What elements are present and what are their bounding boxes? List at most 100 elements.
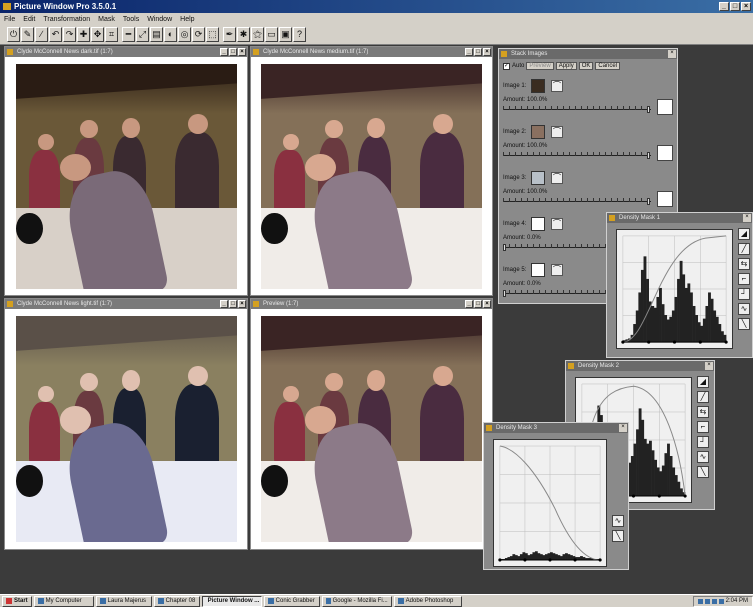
- pencil-icon[interactable]: ∕: [35, 27, 48, 42]
- ok-button[interactable]: OK: [578, 62, 594, 70]
- step-icon[interactable]: ⌐: [697, 421, 709, 433]
- taskbar-item[interactable]: Adobe Photoshop: [393, 595, 462, 607]
- density-curve-graph[interactable]: [616, 229, 733, 349]
- close-button[interactable]: ×: [483, 300, 491, 308]
- slider-thumb[interactable]: [647, 106, 650, 113]
- menu-transformation[interactable]: Transformation: [43, 16, 90, 23]
- cancel-button[interactable]: Cancel: [595, 62, 621, 70]
- view-icon[interactable]: ◎: [178, 27, 191, 42]
- minus-icon[interactable]: ━: [122, 27, 135, 42]
- help-icon[interactable]: ?: [293, 27, 306, 42]
- minimize-button[interactable]: _: [465, 300, 473, 308]
- crop-icon[interactable]: ⌗: [105, 27, 118, 42]
- preview-button[interactable]: Preview: [526, 62, 554, 70]
- curve-handle[interactable]: [672, 340, 677, 344]
- amount-slider[interactable]: [503, 152, 651, 159]
- diagonal-icon[interactable]: ╲: [697, 466, 709, 478]
- curve-preset-icon[interactable]: ◢: [697, 376, 709, 388]
- taskbar-item[interactable]: My Computer: [33, 595, 94, 607]
- minimize-button[interactable]: _: [719, 2, 729, 11]
- density-curve-graph[interactable]: [493, 439, 607, 567]
- linear-icon[interactable]: ╱: [697, 391, 709, 403]
- undo-icon[interactable]: ↶: [49, 27, 62, 42]
- slider-thumb[interactable]: [503, 244, 506, 251]
- image-window-dark[interactable]: Clyde McConnell News dark.tif (1:7) _ □ ×: [4, 46, 248, 296]
- density-mask-1-dialog[interactable]: Density Mask 1 × ◢ ╱ ⇆ ⌐ ┘ ∿ ╲: [606, 212, 753, 358]
- image-window-preview[interactable]: Preview (1:7) _ □ ×: [250, 298, 493, 550]
- close-button[interactable]: ×: [668, 50, 676, 58]
- curve-handle[interactable]: [621, 340, 625, 344]
- curve-icon[interactable]: ⌒: [551, 126, 563, 138]
- slider-thumb[interactable]: [647, 198, 650, 205]
- taskbar-item[interactable]: Chapter 08: [153, 595, 200, 607]
- curve-handle[interactable]: [523, 558, 527, 562]
- maximize-button[interactable]: □: [474, 300, 482, 308]
- menu-file[interactable]: File: [4, 16, 15, 23]
- move-icon[interactable]: ✥: [91, 27, 104, 42]
- maximize-button[interactable]: □: [474, 48, 482, 56]
- smooth-icon[interactable]: ∿: [612, 515, 624, 527]
- clock[interactable]: 2:04 PM: [726, 598, 748, 604]
- image-thumbnail[interactable]: [531, 79, 545, 93]
- menu-window[interactable]: Window: [147, 16, 172, 23]
- smooth-icon[interactable]: ∿: [697, 451, 709, 463]
- mask-preview-swatch[interactable]: [657, 99, 673, 115]
- image-window-light[interactable]: Clyde McConnell News light.tif (1:7) _ □ ×: [4, 298, 248, 550]
- mask-icon[interactable]: ◐: [164, 27, 177, 42]
- close-button[interactable]: ×: [705, 362, 713, 370]
- image-thumbnail[interactable]: [531, 171, 545, 185]
- menu-edit[interactable]: Edit: [23, 16, 35, 23]
- image-thumbnail[interactable]: [531, 217, 545, 231]
- taskbar-item[interactable]: Google - Mozilla Fi...: [321, 595, 392, 607]
- close-button[interactable]: ×: [238, 300, 246, 308]
- slider-thumb[interactable]: [503, 290, 506, 297]
- smooth-icon[interactable]: ∿: [738, 303, 750, 315]
- amount-slider[interactable]: [503, 106, 651, 113]
- taskbar-item[interactable]: Conic Grabber: [263, 595, 320, 607]
- star-icon[interactable]: ✱: [237, 27, 250, 42]
- resize-icon[interactable]: ⤢: [136, 27, 149, 42]
- mask-preview-swatch[interactable]: [657, 191, 673, 207]
- curve-handle[interactable]: [724, 340, 728, 344]
- curve-icon[interactable]: ⌒: [551, 80, 563, 92]
- menu-tools[interactable]: Tools: [123, 16, 139, 23]
- curve-icon[interactable]: ⌒: [551, 264, 563, 276]
- brush-icon[interactable]: ✎: [21, 27, 34, 42]
- image-thumbnail[interactable]: [531, 125, 545, 139]
- diagonal-icon[interactable]: ╲: [612, 530, 624, 542]
- curve-handle[interactable]: [498, 558, 502, 562]
- image-thumbnail[interactable]: [531, 263, 545, 277]
- amount-slider[interactable]: [503, 198, 651, 205]
- power-icon[interactable]: ⏻: [7, 27, 20, 42]
- maximize-button[interactable]: □: [730, 2, 740, 11]
- invert-icon[interactable]: ⇆: [738, 258, 750, 270]
- curve-handle[interactable]: [683, 494, 687, 498]
- taskbar-item[interactable]: Picture Window ...: [201, 595, 262, 607]
- apply-button[interactable]: Apply: [555, 62, 577, 70]
- steps-icon[interactable]: ┘: [697, 436, 709, 448]
- maximize-button[interactable]: □: [229, 48, 237, 56]
- curve-handle[interactable]: [573, 558, 577, 562]
- plus-icon[interactable]: ✚: [77, 27, 90, 42]
- menu-help[interactable]: Help: [180, 16, 194, 23]
- minimize-button[interactable]: _: [220, 48, 228, 56]
- step-icon[interactable]: ⌐: [738, 273, 750, 285]
- invert-icon[interactable]: ⇆: [697, 406, 709, 418]
- curve-handle[interactable]: [598, 558, 602, 562]
- film-icon[interactable]: ▣: [279, 27, 292, 42]
- app-icon[interactable]: [3, 3, 11, 10]
- diagonal-icon[interactable]: ╲: [738, 318, 750, 330]
- menu-mask[interactable]: Mask: [98, 16, 115, 23]
- transform-icon[interactable]: ⬚: [206, 27, 219, 42]
- curve-handle[interactable]: [548, 558, 552, 562]
- steps-icon[interactable]: ┘: [738, 288, 750, 300]
- image-window-medium[interactable]: Clyde McConnell News medium.tif (1:7) _ □…: [250, 46, 493, 296]
- tray-icon[interactable]: [697, 598, 703, 604]
- minimize-button[interactable]: _: [220, 300, 228, 308]
- curve-icon[interactable]: ⌒: [551, 218, 563, 230]
- curve-icon[interactable]: ⌒: [551, 172, 563, 184]
- close-button[interactable]: ×: [483, 48, 491, 56]
- minimize-button[interactable]: _: [465, 48, 473, 56]
- auto-checkbox[interactable]: ✓: [503, 62, 510, 70]
- redo-icon[interactable]: ↷: [63, 27, 76, 42]
